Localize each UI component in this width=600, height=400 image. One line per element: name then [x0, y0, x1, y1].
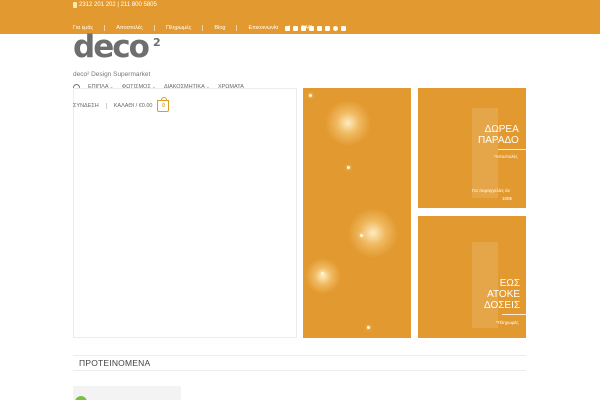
light-glow	[305, 258, 341, 294]
banner-note-amount: 100€	[502, 196, 513, 201]
sale-badge	[75, 396, 87, 400]
banner-subtitle: *Αποστολές	[494, 154, 518, 159]
banner-title-line: ΕΩΣ	[499, 278, 521, 289]
sparkle	[347, 166, 350, 169]
hero-slider[interactable]	[73, 88, 297, 338]
phone-numbers[interactable]: 2312 201 202 | 211 800 5805	[73, 1, 157, 9]
product-card[interactable]	[73, 386, 181, 400]
section-title: ΠΡΟΤΕΙΝΟΜΕΝΑ	[79, 358, 151, 368]
top-link-contact[interactable]: Επικοινωνία	[248, 25, 278, 31]
phone-icon[interactable]	[325, 25, 330, 31]
banner-title-line: ΔΟΣΕΙΣ	[484, 300, 521, 311]
sparkle	[321, 272, 324, 275]
social-icons	[285, 24, 346, 32]
sparkle	[309, 94, 312, 97]
banner-title: ΕΩΣ ΑΤΟΚΕ ΔΟΣΕΙΣ	[484, 278, 520, 311]
cart-count: 0	[162, 103, 165, 109]
divider	[236, 25, 238, 31]
logo-wordmark: deco	[73, 29, 150, 65]
banner-title-line: ΑΤΟΚΕ	[487, 289, 521, 300]
top-link-blog[interactable]: Blog	[214, 25, 225, 31]
featured-section-header: ΠΡΟΤΕΙΝΟΜΕΝΑ	[73, 355, 526, 371]
sparkle	[360, 234, 363, 237]
light-glow	[325, 100, 371, 146]
phone-icon	[73, 2, 77, 8]
banner-subtitle: *Πληρωμές	[496, 320, 519, 325]
divider	[105, 103, 107, 109]
youtube-icon[interactable]	[341, 25, 346, 31]
promo-banner-installments[interactable]: ΕΩΣ ΑΤΟΚΕ ΔΟΣΕΙΣ *Πληρωμές	[418, 216, 526, 338]
email-icon[interactable]	[317, 25, 322, 31]
phone-text: 2312 201 202 | 211 800 5805	[79, 2, 157, 8]
promo-banner-free-shipping[interactable]: ΔΩΡΕΑ ΠΑΡΑΔΟ *Αποστολές Για παραγγελίες …	[418, 88, 526, 208]
cart-link[interactable]: ΚΑΛΑΘΙ / €0.00	[114, 103, 153, 109]
twitter-icon[interactable]	[309, 25, 314, 31]
banner-divider	[502, 314, 526, 315]
banner-divider	[498, 149, 526, 150]
account-bar: ΣΥΝΔΕΣΗ ΚΑΛΑΘΙ / €0.00 0	[73, 97, 170, 112]
banner-shade	[472, 108, 498, 198]
banner-note: Για παραγγελίες άν	[472, 188, 510, 193]
divider	[202, 25, 204, 31]
cart-icon[interactable]: 0	[157, 97, 170, 112]
login-link[interactable]: ΣΥΝΔΕΣΗ	[73, 103, 99, 109]
banner-title: ΔΩΡΕΑ ΠΑΡΑΔΟ	[478, 124, 519, 146]
logo-superscript: 2	[153, 36, 161, 49]
divider	[153, 25, 155, 31]
tiktok-icon[interactable]	[301, 25, 306, 31]
top-link-payments[interactable]: Πληρωμές	[166, 25, 191, 31]
site-tagline: deco² Design Supermarket	[73, 71, 151, 78]
promo-banner-lights[interactable]	[303, 88, 411, 338]
facebook-icon[interactable]	[285, 25, 290, 31]
site-logo[interactable]: deco 2	[73, 32, 163, 66]
sparkle	[367, 326, 370, 329]
banner-title-line: ΔΩΡΕΑ	[484, 124, 519, 135]
instagram-icon[interactable]	[293, 25, 298, 31]
banner-title-line: ΠΑΡΑΔΟ	[478, 135, 519, 146]
light-glow	[348, 208, 398, 258]
pinterest-icon[interactable]	[333, 25, 338, 31]
